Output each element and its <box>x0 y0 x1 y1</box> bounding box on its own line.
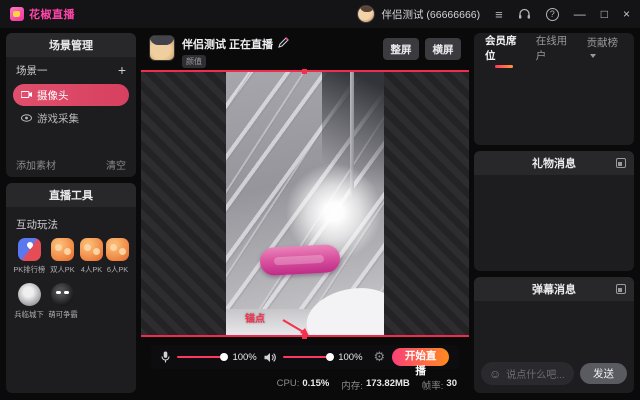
popout-icon[interactable] <box>616 284 626 294</box>
source-item-game-capture[interactable]: 游戏采集 <box>6 107 136 129</box>
microphone-icon[interactable] <box>161 351 170 363</box>
cpu-value: 0.15% <box>302 378 330 389</box>
clear-button[interactable]: 清空 <box>106 157 126 172</box>
chat-input-row: ☺ 说点什么吧... 发送 <box>481 362 627 385</box>
menu-icon[interactable]: ≡ <box>495 8 503 21</box>
close-button[interactable]: × <box>623 8 630 20</box>
selection-handle-bottom[interactable] <box>302 334 307 339</box>
scene-panel-footer: 添加素材 清空 <box>6 151 136 177</box>
tools-grid: PK排行榜 双人PK 4人PK 6人PK 兵临城下 萌可争霸 <box>6 238 136 320</box>
gift-panel-title: 礼物消息 <box>532 158 576 170</box>
source-label: 摄像头 <box>37 89 69 102</box>
source-label: 游戏采集 <box>37 112 79 125</box>
landscape-button[interactable]: 横屏 <box>425 38 461 60</box>
scene-panel-header: 场景管理 <box>6 33 136 57</box>
fps-label: 帧率: <box>421 381 444 392</box>
tool-4p-pk[interactable]: 4人PK <box>79 238 105 275</box>
emoji-icon[interactable]: ☺ <box>489 368 501 380</box>
stream-control-bar: 100% 100% ⚙ 开始直播 <box>151 345 459 377</box>
gift-messages-panel: 礼物消息 <box>474 151 634 271</box>
tool-battle[interactable]: 萌可争霸 <box>47 283 79 320</box>
tab-member-seats[interactable]: 会员席位 <box>485 33 523 63</box>
tools-panel-header: 直播工具 <box>6 183 136 207</box>
siege-icon <box>17 283 41 306</box>
chat-placeholder: 说点什么吧... <box>506 370 565 381</box>
danmaku-panel-header: 弹幕消息 <box>474 277 634 301</box>
4p-pk-icon <box>80 238 103 261</box>
popout-icon[interactable] <box>616 158 626 168</box>
send-button[interactable]: 发送 <box>580 363 627 384</box>
scene-panel-title: 场景管理 <box>49 40 93 52</box>
streamer-avatar[interactable] <box>149 35 175 61</box>
app-name: 花椒直播 <box>29 9 75 21</box>
preview-canvas[interactable]: 锚点 <box>141 69 469 339</box>
audience-panel: 会员席位 在线用户 贡献榜 <box>474 33 634 145</box>
source-item-camera[interactable]: 摄像头 <box>13 84 129 106</box>
mic-volume-slider[interactable] <box>177 353 229 361</box>
maximize-button[interactable]: □ <box>601 8 608 20</box>
mic-volume-value: 100% <box>232 351 257 363</box>
camera-video-preview[interactable] <box>226 72 384 335</box>
left-sidebar: 场景管理 场景一 + 摄像头 游戏采集 添加素材 清空 直播工具 互动玩法 PK… <box>6 33 136 393</box>
scene-row: 场景一 + <box>6 57 136 83</box>
memory-label: 内存: <box>341 381 363 392</box>
speaker-icon[interactable] <box>264 352 276 363</box>
headset-icon[interactable] <box>518 8 531 20</box>
pink-blimp-sign <box>259 243 341 277</box>
app-logo: 花椒直播 <box>10 6 75 22</box>
add-scene-button[interactable]: + <box>118 62 126 78</box>
tool-siege[interactable]: 兵临城下 <box>12 283 47 320</box>
chevron-down-icon <box>589 53 596 58</box>
help-icon[interactable]: ? <box>545 7 559 21</box>
live-tools-panel: 直播工具 互动玩法 PK排行榜 双人PK 4人PK 6人PK 兵临城下 萌可争霸 <box>6 183 136 393</box>
duo-pk-icon <box>51 238 75 261</box>
add-material-button[interactable]: 添加素材 <box>16 157 56 172</box>
performance-stats: CPU: 0.15% 内存: 173.82MB 帧率: 30 <box>141 378 469 392</box>
tab-contribution-rank[interactable]: 贡献榜 <box>587 33 623 62</box>
fps-value: 30 <box>446 378 457 389</box>
eye-icon <box>21 109 32 127</box>
tool-pk-ranking[interactable]: PK排行榜 <box>12 238 47 275</box>
edit-title-icon[interactable] <box>278 35 289 53</box>
speaker-slider-thumb[interactable] <box>326 353 335 361</box>
memory-value: 173.82MB <box>365 378 410 389</box>
settings-gear-icon[interactable]: ⚙ <box>374 349 386 365</box>
tab-online-users[interactable]: 在线用户 <box>536 33 574 63</box>
titlebar: 花椒直播 伴侣测试 (66666666) ≡ ? — □ × <box>0 0 640 28</box>
minimize-button[interactable]: — <box>574 8 586 20</box>
speaker-volume-slider[interactable] <box>282 353 335 361</box>
interactive-games-label: 互动玩法 <box>16 219 58 231</box>
danmaku-panel-title: 弹幕消息 <box>532 284 576 296</box>
6p-pk-icon <box>105 238 129 261</box>
category-badge: 颜值 <box>182 55 206 68</box>
tools-panel-title: 直播工具 <box>49 190 93 202</box>
cpu-label: CPU: <box>276 378 300 389</box>
battle-icon <box>51 283 75 306</box>
start-live-button[interactable]: 开始直播 <box>392 348 450 377</box>
right-sidebar: 会员席位 在线用户 贡献榜 礼物消息 弹幕消息 ☺ 说点什么吧... 发送 <box>474 33 634 393</box>
gift-panel-header: 礼物消息 <box>474 151 634 175</box>
user-avatar[interactable] <box>356 5 375 23</box>
tool-duo-pk[interactable]: 双人PK <box>47 238 79 275</box>
fullscreen-button[interactable]: 整屏 <box>383 38 419 60</box>
stream-header: 伴侣测试 正在直播 颜值 整屏 横屏 <box>141 33 469 68</box>
account-name: 伴侣测试 (66666666) <box>381 8 481 21</box>
audience-tabs: 会员席位 在线用户 贡献榜 <box>474 33 634 63</box>
mic-slider-thumb[interactable] <box>220 353 229 361</box>
camera-icon <box>20 86 32 104</box>
danmaku-messages-panel: 弹幕消息 ☺ 说点什么吧... 发送 <box>474 277 634 393</box>
scene-management-panel: 场景管理 场景一 + 摄像头 游戏采集 添加素材 清空 <box>6 33 136 177</box>
stream-title: 伴侣测试 正在直播 <box>182 39 274 51</box>
pk-ranking-icon <box>17 238 41 261</box>
chat-input[interactable]: ☺ 说点什么吧... <box>481 362 574 385</box>
scene-name[interactable]: 场景一 <box>16 63 48 78</box>
selection-handle-top[interactable] <box>302 69 307 74</box>
speaker-volume-value: 100% <box>338 351 363 363</box>
tool-6p-pk[interactable]: 6人PK <box>104 238 130 275</box>
stream-main: 伴侣测试 正在直播 颜值 整屏 横屏 锚点 100% 100% ⚙ 开始直播 C… <box>141 33 469 393</box>
app-logo-icon <box>10 7 24 21</box>
